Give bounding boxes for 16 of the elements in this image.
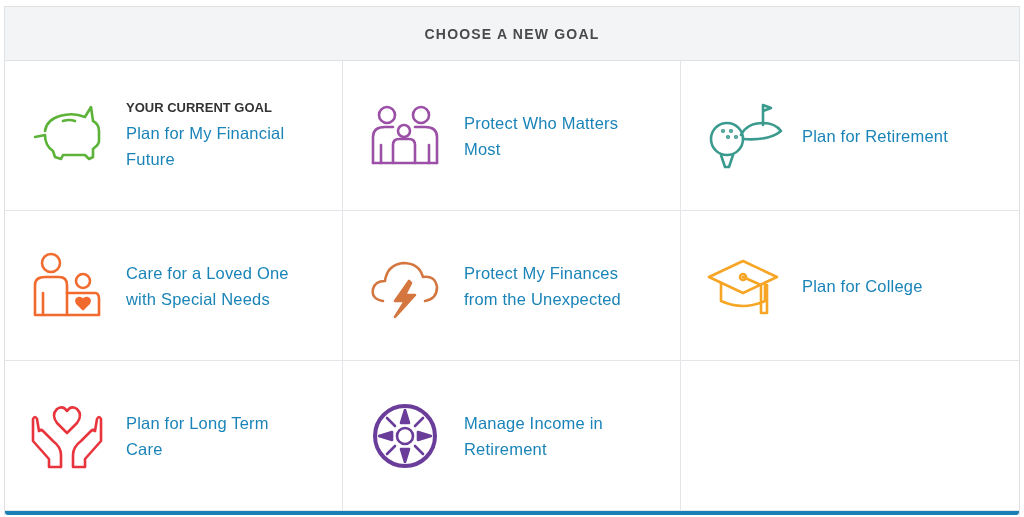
goal-title[interactable]: Plan for College	[802, 272, 923, 299]
goal-tile[interactable]: Plan for College	[681, 211, 1019, 361]
panel-title: CHOOSE A NEW GOAL	[424, 25, 600, 42]
goal-tile[interactable]: Plan for Retirement	[681, 61, 1019, 211]
goal-title[interactable]: Manage Income in Retirement	[464, 409, 603, 462]
goal-title[interactable]: Care for a Loved One with Special Needs	[126, 259, 289, 312]
goal-tile[interactable]: Care for a Loved One with Special Needs	[5, 211, 343, 361]
goal-title[interactable]: Protect Who Matters Most	[464, 109, 619, 162]
goal-title[interactable]: Plan for Long Term Care	[126, 409, 269, 462]
goal-title[interactable]: Protect My Finances from the Unexpected	[464, 259, 621, 312]
goal-tile[interactable]: YOUR CURRENT GOAL Plan for My Financial Future	[5, 61, 343, 211]
goal-title[interactable]: Plan for My Financial Future	[126, 119, 285, 172]
goal-tile[interactable]: Protect My Finances from the Unexpected	[343, 211, 681, 361]
current-goal-label: YOUR CURRENT GOAL	[126, 99, 273, 115]
goal-title[interactable]: Plan for Retirement	[802, 122, 948, 149]
goal-tile[interactable]: Protect Who Matters Most	[343, 61, 681, 211]
